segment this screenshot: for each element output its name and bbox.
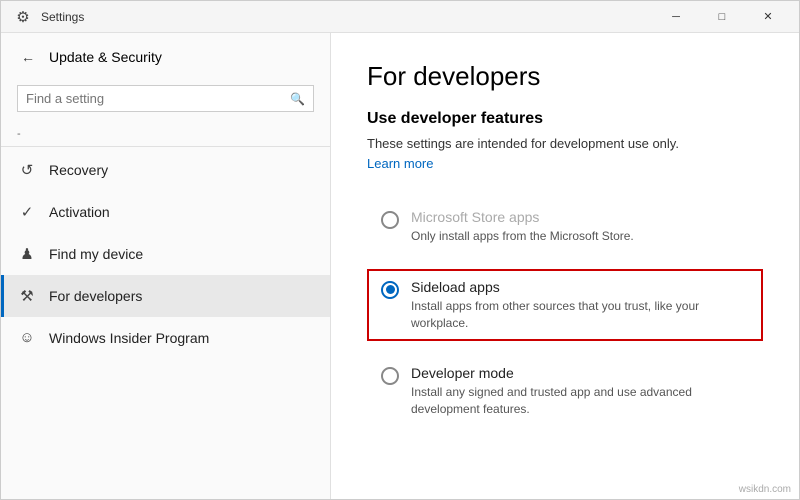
option-developer-mode-content: Developer mode Install any signed and tr… [411, 365, 749, 418]
option-sideload-title: Sideload apps [411, 279, 749, 295]
maximize-button[interactable]: □ [699, 1, 745, 33]
sidebar-item-activation[interactable]: ✓ Activation [1, 191, 330, 233]
option-developer-mode-title: Developer mode [411, 365, 749, 381]
main-content: ← Update & Security 🔍 - ↺ Recovery ✓ Act… [1, 33, 799, 499]
activation-icon: ✓ [17, 203, 37, 221]
settings-window: ⚙ Settings ─ □ ✕ ← Update & Security 🔍 -… [0, 0, 800, 500]
option-developer-mode-desc: Install any signed and trusted app and u… [411, 384, 749, 418]
option-sideload[interactable]: Sideload apps Install apps from other so… [367, 269, 763, 342]
option-developer-mode[interactable]: Developer mode Install any signed and tr… [367, 355, 763, 428]
title-bar: ⚙ Settings ─ □ ✕ [1, 1, 799, 33]
sidebar-item-label: Find my device [49, 246, 143, 262]
sidebar-item-label: Activation [49, 204, 110, 220]
sidebar-item-find-device[interactable]: ♟ Find my device [1, 233, 330, 275]
sidebar-item-recovery[interactable]: ↺ Recovery [1, 149, 330, 191]
search-box[interactable]: 🔍 [17, 85, 314, 112]
search-icon: 🔍 [290, 92, 305, 106]
recovery-icon: ↺ [17, 161, 37, 179]
radio-sideload-inner [386, 285, 395, 294]
insider-icon: ☺ [17, 329, 37, 346]
section-description: These settings are intended for developm… [367, 136, 763, 151]
radio-sideload[interactable] [381, 281, 399, 299]
title-bar-controls: ─ □ ✕ [653, 1, 791, 33]
page-title: For developers [367, 61, 763, 92]
title-bar-left: ⚙ Settings [13, 8, 84, 26]
close-button[interactable]: ✕ [745, 1, 791, 33]
section-heading: Use developer features [367, 110, 763, 128]
title-bar-title: Settings [41, 10, 84, 24]
content-area: For developers Use developer features Th… [331, 33, 799, 499]
sidebar-item-label: Windows Insider Program [49, 330, 209, 346]
radio-microsoft-store[interactable] [381, 211, 399, 229]
sidebar-item-label: For developers [49, 288, 142, 304]
learn-more-link[interactable]: Learn more [367, 156, 433, 171]
back-button[interactable]: ← [17, 45, 39, 69]
option-microsoft-store[interactable]: Microsoft Store apps Only install apps f… [367, 199, 763, 255]
option-microsoft-store-desc: Only install apps from the Microsoft Sto… [411, 228, 634, 245]
sidebar-item-label: Recovery [49, 162, 108, 178]
sidebar: ← Update & Security 🔍 - ↺ Recovery ✓ Act… [1, 33, 331, 499]
sidebar-item-insider[interactable]: ☺ Windows Insider Program [1, 317, 330, 358]
search-input[interactable] [26, 91, 284, 106]
watermark: wsikdn.com [739, 484, 791, 495]
sidebar-section-title: Update & Security [49, 49, 162, 65]
option-sideload-desc: Install apps from other sources that you… [411, 298, 749, 332]
developers-icon: ⚒ [17, 287, 37, 305]
sidebar-item-developers[interactable]: ⚒ For developers [1, 275, 330, 317]
option-microsoft-store-title: Microsoft Store apps [411, 209, 634, 225]
option-sideload-content: Sideload apps Install apps from other so… [411, 279, 749, 332]
radio-developer-mode[interactable] [381, 367, 399, 385]
minimize-button[interactable]: ─ [653, 1, 699, 33]
sidebar-header: ← Update & Security [1, 33, 330, 81]
settings-icon: ⚙ [13, 8, 33, 26]
sidebar-section-label: - [1, 124, 330, 147]
option-microsoft-store-content: Microsoft Store apps Only install apps f… [411, 209, 634, 245]
find-device-icon: ♟ [17, 245, 37, 263]
